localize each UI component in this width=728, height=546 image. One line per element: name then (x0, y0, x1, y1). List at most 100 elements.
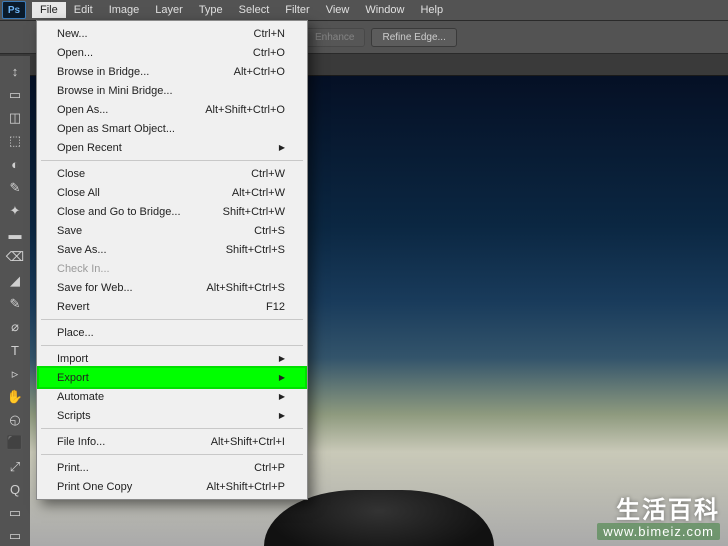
menu-filter[interactable]: Filter (277, 2, 317, 18)
menu-item-open-recent[interactable]: Open Recent ▶ (39, 138, 305, 157)
tool-14[interactable]: ✋ (4, 387, 26, 406)
tool-19[interactable]: ▭ (4, 503, 26, 522)
enhance-button[interactable]: Enhance (304, 28, 365, 47)
menu-item-save[interactable]: Save Ctrl+S (39, 221, 305, 240)
menu-item-label: New... (57, 28, 88, 40)
menu-item-close[interactable]: Close Ctrl+W (39, 164, 305, 183)
watermark: 生活百科 www.bimeiz.com (597, 490, 720, 540)
menu-item-import[interactable]: Import ▶ (39, 349, 305, 368)
menu-item-print[interactable]: Print... Ctrl+P (39, 458, 305, 477)
menu-item-save-as[interactable]: Save As...Shift+Ctrl+S (39, 240, 305, 259)
menu-item-print-one-copy[interactable]: Print One Copy Alt+Shift+Ctrl+P (39, 477, 305, 496)
watermark-title: 生活百科 (597, 490, 720, 525)
tool-16[interactable]: ⬛ (4, 434, 26, 453)
menu-item-label: Automate (57, 391, 104, 403)
menu-item-label: Close (57, 168, 85, 180)
tool-17[interactable]: ⤢ (4, 457, 26, 476)
tool-18[interactable]: Q (4, 480, 26, 499)
menu-item-label: Export (57, 372, 89, 384)
menu-item-label: Close All (57, 187, 100, 199)
refine-edge-button[interactable]: Refine Edge... (371, 28, 456, 47)
menu-item-shortcut: Alt+Shift+Ctrl+P (206, 481, 285, 493)
menu-item-label: Place... (57, 327, 94, 339)
menu-item-file-info[interactable]: File Info... Alt+Shift+Ctrl+I (39, 432, 305, 451)
menu-item-save-for-web[interactable]: Save for Web...Alt+Shift+Ctrl+S (39, 278, 305, 297)
tool-10[interactable]: ✎ (4, 294, 26, 313)
tools-panel: ↕ ▭ ◫ ⬚ ◐ ✎ ✦ ▬ ⌫ ◢ ✎ ⌀ T ▹ ✋ ◵ ⬛ ⤢ Q ▭ ▭ (0, 56, 30, 546)
tool-11[interactable]: ⌀ (4, 318, 26, 337)
menu-separator (41, 345, 303, 346)
menu-item-label: Print One Copy (57, 481, 132, 493)
menu-separator (41, 454, 303, 455)
menu-help[interactable]: Help (412, 2, 451, 18)
tool-4[interactable]: ◐ (4, 155, 26, 174)
menu-item-shortcut: Alt+Shift+Ctrl+I (211, 436, 285, 448)
menu-select[interactable]: Select (231, 2, 278, 18)
menu-item-shortcut: Ctrl+W (251, 168, 285, 180)
tool-3[interactable]: ⬚ (4, 132, 26, 151)
menu-file[interactable]: File (32, 2, 66, 18)
menu-item-label: Scripts (57, 410, 91, 422)
tool-1[interactable]: ▭ (4, 85, 26, 104)
submenu-arrow-icon: ▶ (279, 411, 285, 420)
menu-item-new[interactable]: New...Ctrl+N (39, 24, 305, 43)
menu-item-export[interactable]: Export ▶ (39, 368, 305, 387)
tool-2[interactable]: ◫ (4, 108, 26, 127)
tool-7[interactable]: ▬ (4, 225, 26, 244)
submenu-arrow-icon: ▶ (279, 143, 285, 152)
menu-item-label: Print... (57, 462, 89, 474)
menu-separator (41, 428, 303, 429)
menu-item-label: Browse in Mini Bridge... (57, 85, 173, 97)
app-logo: Ps (2, 1, 26, 19)
tool-15[interactable]: ◵ (4, 411, 26, 430)
tool-12[interactable]: T (4, 341, 26, 360)
menu-item-label: Revert (57, 301, 89, 313)
menu-item-close-all[interactable]: Close AllAlt+Ctrl+W (39, 183, 305, 202)
watermark-url: www.bimeiz.com (597, 523, 720, 540)
menu-item-check-in: Check In... (39, 259, 305, 278)
tool-9[interactable]: ◢ (4, 271, 26, 290)
menu-view[interactable]: View (318, 2, 358, 18)
menu-item-label: Save As... (57, 244, 107, 256)
menu-item-label: File Info... (57, 436, 105, 448)
menu-item-browse-in-mini-bridge[interactable]: Browse in Mini Bridge... (39, 81, 305, 100)
tool-8[interactable]: ⌫ (4, 248, 26, 267)
menu-item-open-as-smart-object[interactable]: Open as Smart Object... (39, 119, 305, 138)
file-menu-dropdown: New...Ctrl+N Open... Ctrl+O Browse in Bridg… (36, 20, 308, 500)
submenu-arrow-icon: ▶ (279, 373, 285, 382)
tool-13[interactable]: ▹ (4, 364, 26, 383)
menu-item-close-and-go-to-bridge[interactable]: Close and Go to Bridge...Shift+Ctrl+W (39, 202, 305, 221)
menu-item-label: Open As... (57, 104, 108, 116)
menu-item-browse-in-bridge[interactable]: Browse in Bridge...Alt+Ctrl+O (39, 62, 305, 81)
menu-item-scripts[interactable]: Scripts ▶ (39, 406, 305, 425)
menu-type[interactable]: Type (191, 2, 231, 18)
menu-item-label: Open Recent (57, 142, 122, 154)
tool-5[interactable]: ✎ (4, 178, 26, 197)
tool-6[interactable]: ✦ (4, 201, 26, 220)
submenu-arrow-icon: ▶ (279, 354, 285, 363)
menu-item-label: Open... (57, 47, 93, 59)
menu-separator (41, 319, 303, 320)
menu-item-shortcut: Alt+Shift+Ctrl+O (205, 104, 285, 116)
menu-image[interactable]: Image (101, 2, 148, 18)
tool-20[interactable]: ▭ (4, 527, 26, 546)
menu-item-place[interactable]: Place... (39, 323, 305, 342)
menubar: Ps FileEditImageLayerTypeSelectFilterVie… (0, 0, 728, 20)
menu-item-open[interactable]: Open... Ctrl+O (39, 43, 305, 62)
menu-item-shortcut: Alt+Ctrl+O (234, 66, 285, 78)
menu-item-shortcut: Ctrl+O (253, 47, 285, 59)
menu-edit[interactable]: Edit (66, 2, 101, 18)
menu-item-label: Save (57, 225, 82, 237)
submenu-arrow-icon: ▶ (279, 392, 285, 401)
menu-item-shortcut: Ctrl+S (254, 225, 285, 237)
tool-0[interactable]: ↕ (4, 62, 26, 81)
menu-window[interactable]: Window (357, 2, 412, 18)
menu-item-label: Import (57, 353, 88, 365)
menu-item-automate[interactable]: Automate ▶ (39, 387, 305, 406)
menu-item-label: Save for Web... (57, 282, 133, 294)
menu-item-open-as[interactable]: Open As... Alt+Shift+Ctrl+O (39, 100, 305, 119)
menu-item-revert[interactable]: RevertF12 (39, 297, 305, 316)
menu-layer[interactable]: Layer (147, 2, 191, 18)
menu-item-shortcut: Shift+Ctrl+W (223, 206, 285, 218)
menu-item-shortcut: Ctrl+P (254, 462, 285, 474)
